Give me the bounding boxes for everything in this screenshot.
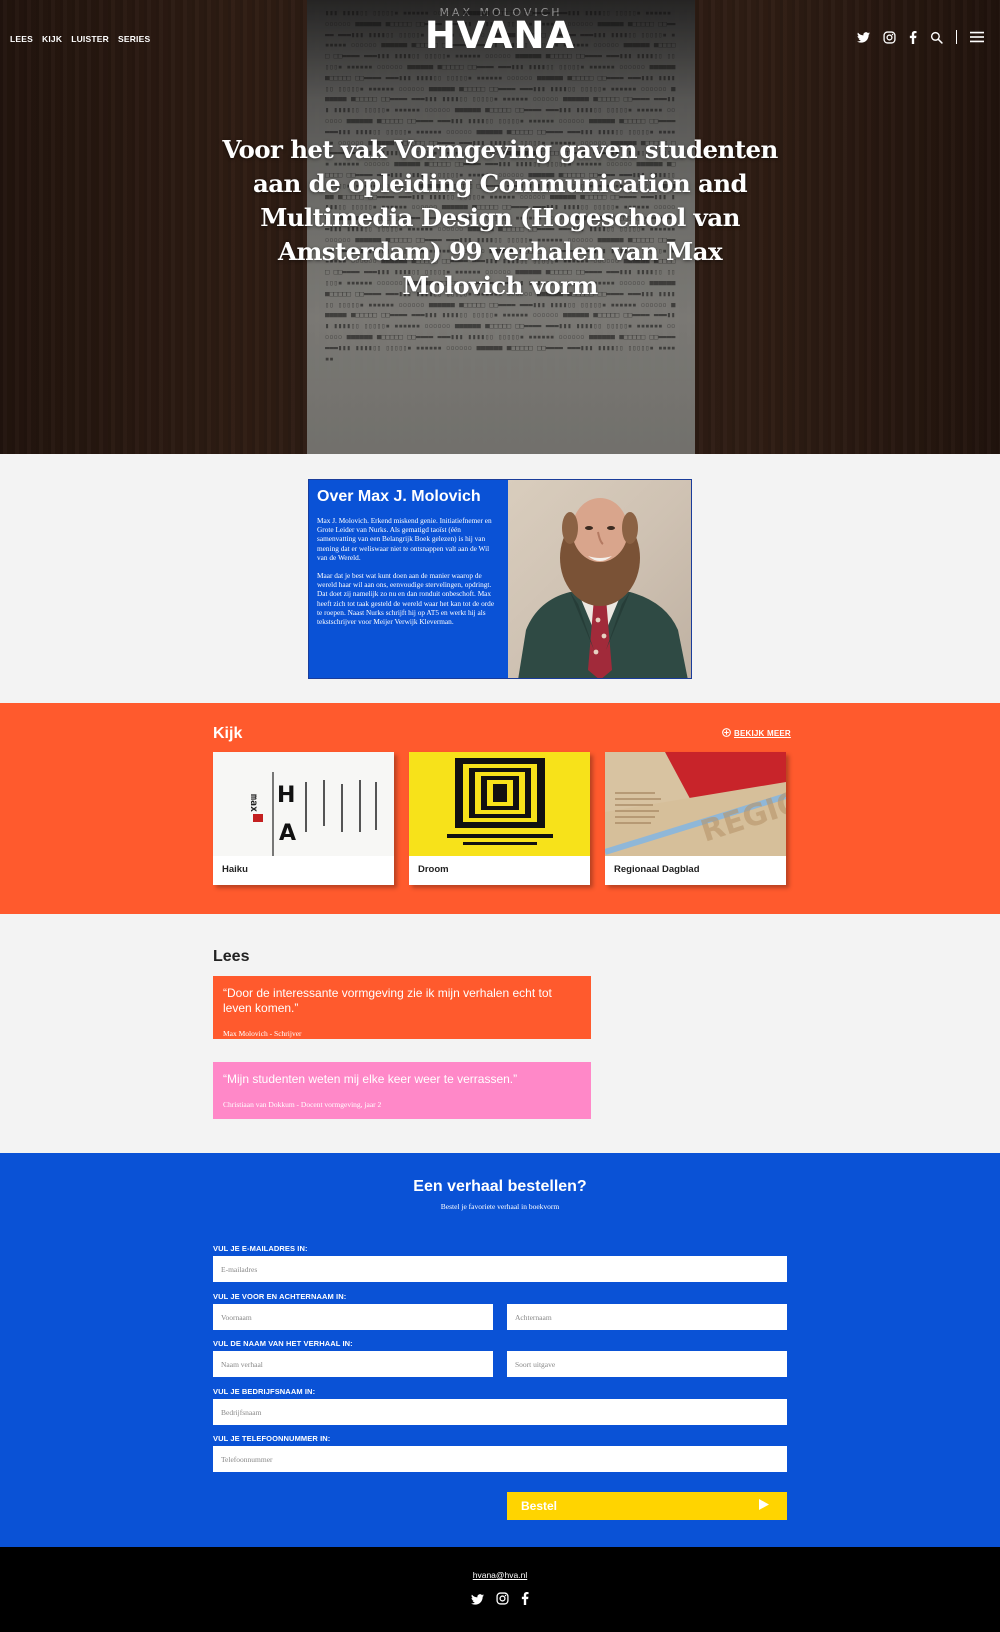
kijk-card-droom[interactable]: Droom: [409, 752, 590, 885]
quote-card-1[interactable]: “Door de interessante vormgeving zie ik …: [213, 976, 591, 1039]
hero-title: Voor het vak Vormgeving gaven studenten …: [222, 135, 778, 300]
story-name-field[interactable]: [213, 1351, 493, 1377]
bekijk-meer-link[interactable]: BEKIJK MEER: [722, 728, 791, 739]
about-author-card: Over Max J. Molovich Max J. Molovich. Er…: [308, 479, 692, 679]
facebook-icon[interactable]: [521, 1592, 529, 1610]
edition-type-field[interactable]: [507, 1351, 787, 1377]
instagram-icon[interactable]: [883, 30, 896, 44]
story-label: VUL DE NAAM VAN HET VERHAAL IN:: [213, 1339, 353, 1348]
facebook-icon[interactable]: [909, 30, 917, 44]
hero: MAX MOLOVICH ▮▮▮ ▮▮▮▮▯▯ ▯▯▯▯▯▪ ▪▪▪▪▪▪ ▫▫…: [0, 0, 1000, 454]
bestel-button[interactable]: Bestel: [507, 1492, 787, 1520]
firstname-field[interactable]: [213, 1304, 493, 1330]
order-title: Een verhaal bestellen?: [413, 1178, 587, 1195]
company-label: VUL JE BEDRIJFSNAAM IN:: [213, 1387, 316, 1396]
footer-social-icons: [0, 1592, 1000, 1610]
haiku-thumbnail: max H A: [213, 752, 394, 856]
lastname-field[interactable]: [507, 1304, 787, 1330]
bestel-button-label: Bestel: [521, 1499, 558, 1513]
kijk-title: Kijk: [213, 725, 243, 742]
about-text-panel: Over Max J. Molovich Max J. Molovich. Er…: [309, 480, 508, 678]
svg-text:H: H: [277, 783, 295, 808]
svg-text:max: max: [248, 794, 259, 812]
quote-text: “Door de interessante vormgeving zie ik …: [223, 986, 552, 1015]
name-label: VUL JE VOOR EN ACHTERNAAM IN:: [213, 1292, 347, 1301]
menu-icon[interactable]: [970, 31, 984, 43]
kijk-card-label: Regionaal Dagblad: [614, 864, 700, 875]
droom-thumbnail: [409, 752, 590, 856]
header-icons: [857, 30, 984, 44]
kijk-card-haiku[interactable]: max H A Haiku: [213, 752, 394, 885]
company-field[interactable]: [213, 1399, 787, 1425]
plus-circle-icon: [722, 728, 731, 739]
phone-field[interactable]: [213, 1446, 787, 1472]
twitter-icon[interactable]: [857, 31, 870, 43]
svg-text:A: A: [279, 821, 296, 846]
about-title: Over Max J. Molovich: [317, 488, 481, 505]
instagram-icon[interactable]: [496, 1592, 509, 1610]
quote-author: Christiaan van Dokkum - Docent vormgevin…: [223, 1100, 382, 1109]
quote-text: “Mijn studenten weten mij elke keer weer…: [223, 1072, 518, 1086]
email-field[interactable]: [213, 1256, 787, 1282]
regionaal-dagblad-thumbnail: REGIO: [605, 752, 786, 856]
about-paragraph-2: Maar dat je best wat kunt doen aan de ma…: [317, 571, 495, 627]
kijk-card-label: Haiku: [222, 864, 248, 875]
order-form-section: Een verhaal bestellen? Bestel je favorie…: [0, 1153, 1000, 1547]
about-paragraph-1: Max J. Molovich. Erkend miskend genie. I…: [317, 516, 492, 562]
kijk-card-label: Droom: [418, 864, 449, 875]
bekijk-meer-label: BEKIJK MEER: [734, 729, 791, 738]
search-icon[interactable]: [930, 31, 943, 44]
kijk-card-regionaal-dagblad[interactable]: REGIO Regionaal Dagblad: [605, 752, 786, 885]
email-label: VUL JE E-MAILADRES IN:: [213, 1244, 308, 1253]
footer-email-link[interactable]: hvana@hva.nl: [0, 1570, 1000, 1580]
quote-author: Max Molovich - Schrijver: [223, 1029, 302, 1038]
lees-title: Lees: [213, 948, 250, 965]
order-subtitle: Bestel je favoriete verhaal in boekvorm: [440, 1202, 560, 1211]
site-logo[interactable]: HVANA: [0, 14, 1000, 57]
footer: hvana@hva.nl: [0, 1547, 1000, 1632]
quote-card-2[interactable]: “Mijn studenten weten mij elke keer weer…: [213, 1062, 591, 1119]
twitter-icon[interactable]: [471, 1592, 484, 1610]
header-divider: [956, 30, 957, 44]
author-portrait-photo: [508, 480, 691, 678]
kijk-section: Kijk BEKIJK MEER max H A Haiku Droom REG…: [0, 703, 1000, 914]
phone-label: VUL JE TELEFOONNUMMER IN:: [213, 1434, 331, 1443]
play-arrow-icon: [759, 1497, 769, 1515]
